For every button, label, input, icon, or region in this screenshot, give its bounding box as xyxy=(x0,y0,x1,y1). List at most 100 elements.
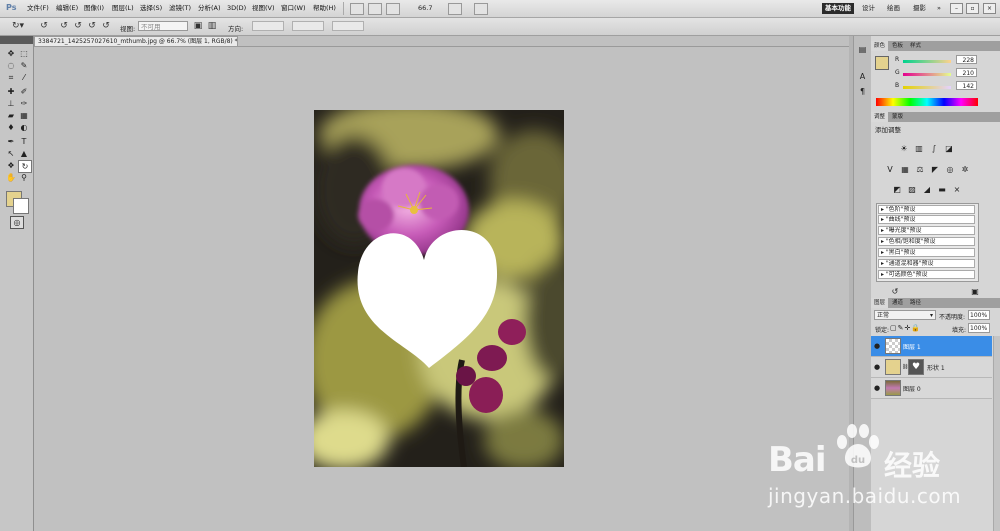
tab-channels[interactable]: 通道 xyxy=(889,298,906,308)
layer-row[interactable]: ● 图层 0 xyxy=(871,378,992,399)
restore-icon[interactable]: ▫ xyxy=(966,3,979,14)
menu-help[interactable]: 帮助(H) xyxy=(313,4,336,13)
workspace-painting[interactable]: 绘画 xyxy=(884,3,903,14)
minimize-icon[interactable]: – xyxy=(950,3,963,14)
fill-field[interactable]: 100% xyxy=(968,323,990,333)
layer-row[interactable]: ● ⛓ ♥ 形状 1 xyxy=(871,357,992,378)
eyedropper-tool-icon[interactable]: ⁄ xyxy=(18,72,30,83)
history-panel-icon[interactable]: ▤ xyxy=(857,44,868,55)
vector-mask-thumbnail[interactable]: ♥ xyxy=(908,359,924,375)
color-spectrum-bar[interactable] xyxy=(876,98,978,106)
crop-tool-icon[interactable]: ⌗ xyxy=(5,72,17,83)
paragraph-panel-icon[interactable]: ¶ xyxy=(857,86,868,97)
green-value-field[interactable]: 210 xyxy=(956,68,977,77)
preset-black-white[interactable]: ▸ "黑白"预设 xyxy=(878,248,975,257)
selective-color-icon[interactable]: ⨯ xyxy=(951,184,963,195)
layers-scrollbar[interactable] xyxy=(993,336,1000,531)
threshold-icon[interactable]: ◢ xyxy=(921,184,933,195)
blur-tool-icon[interactable]: ♦ xyxy=(5,122,17,133)
preset-levels[interactable]: ▸ "色阶"预设 xyxy=(878,205,975,214)
red-value-field[interactable]: 228 xyxy=(956,55,977,64)
direction-field[interactable] xyxy=(252,21,284,31)
move-tool-icon[interactable]: ✥ xyxy=(5,48,17,59)
menu-select[interactable]: 选择(S) xyxy=(140,4,162,13)
3d-rotate-tool-icon[interactable]: ❖ xyxy=(5,160,17,171)
tab-color[interactable]: 颜色 xyxy=(871,41,889,51)
menu-image[interactable]: 图像(I) xyxy=(84,4,104,13)
delete-icon[interactable]: ▥ xyxy=(206,21,218,32)
menu-view[interactable]: 视图(V) xyxy=(252,4,275,13)
healing-brush-tool-icon[interactable]: ✚ xyxy=(5,86,17,97)
eraser-tool-icon[interactable]: ▰ xyxy=(5,110,17,121)
marquee-tool-icon[interactable]: ⬚ xyxy=(18,48,30,59)
preset-channel-mixer[interactable]: ▸ "通道混和器"预设 xyxy=(878,259,975,268)
save-icon[interactable]: ▣ xyxy=(192,21,204,32)
tab-layers[interactable]: 图层 xyxy=(871,298,889,308)
layer-row[interactable]: ● 图层 1 xyxy=(871,336,992,357)
menu-analysis[interactable]: 分析(A) xyxy=(198,4,221,13)
menu-edit[interactable]: 编辑(E) xyxy=(56,4,78,13)
panel-options-icon[interactable]: ▣ xyxy=(969,286,981,297)
menu-layer[interactable]: 图层(L) xyxy=(112,4,134,13)
curves-icon[interactable]: ∫ xyxy=(928,143,940,154)
channel-mixer-icon[interactable]: ✲ xyxy=(959,164,971,175)
menu-filter[interactable]: 滤镜(T) xyxy=(169,4,191,13)
eye-icon[interactable]: ● xyxy=(874,342,882,350)
blue-slider[interactable] xyxy=(903,86,951,89)
direction-field[interactable] xyxy=(292,21,324,31)
brush-tool-icon[interactable]: ✐ xyxy=(18,86,30,97)
levels-icon[interactable]: ▥ xyxy=(913,143,925,154)
menu-window[interactable]: 窗口(W) xyxy=(281,4,306,13)
blue-value-field[interactable]: 142 xyxy=(956,81,977,90)
type-tool-icon[interactable]: T xyxy=(18,136,30,147)
zoom-level[interactable]: 66.7 xyxy=(418,4,432,12)
zoom-tool-icon[interactable]: ⚲ xyxy=(18,172,30,183)
tab-masks[interactable]: 蒙版 xyxy=(889,112,906,122)
character-panel-icon[interactable]: A xyxy=(857,71,868,82)
preset-selective-color[interactable]: ▸ "可选颜色"预设 xyxy=(878,270,975,279)
quick-mask-icon[interactable]: ◎ xyxy=(10,216,24,229)
hue-saturation-icon[interactable]: ▦ xyxy=(899,164,911,175)
dodge-tool-icon[interactable]: ◐ xyxy=(18,122,30,133)
workspace-design[interactable]: 设计 xyxy=(859,3,878,14)
rotate-icon[interactable]: ↺ xyxy=(38,21,50,32)
menu-3d[interactable]: 3D(D) xyxy=(227,4,246,13)
document-tab[interactable]: 3384721_1425257027610_mthumb.jpg @ 66.7%… xyxy=(34,36,238,46)
clip-to-layer-icon[interactable]: ↺ xyxy=(889,286,901,297)
eye-icon[interactable]: ● xyxy=(874,363,882,371)
view-extras-button[interactable] xyxy=(386,3,400,15)
color-balance-icon[interactable]: ⚖ xyxy=(914,164,926,175)
gradient-map-icon[interactable]: ▬ xyxy=(936,184,948,195)
launch-mini-bridge-button[interactable] xyxy=(368,3,382,15)
hand-tool-icon[interactable]: ✋ xyxy=(5,172,17,183)
blend-mode-select[interactable]: 正常 ▾ xyxy=(874,310,936,320)
workspace-photography[interactable]: 摄影 xyxy=(910,3,929,14)
toolbox-header[interactable] xyxy=(0,36,33,44)
opacity-field[interactable]: 100% xyxy=(968,310,990,320)
eye-icon[interactable]: ● xyxy=(874,384,882,392)
document-image[interactable] xyxy=(314,110,564,467)
exposure-icon[interactable]: ◪ xyxy=(943,143,955,154)
arrange-documents-button[interactable] xyxy=(448,3,462,15)
green-slider[interactable] xyxy=(903,73,951,76)
shape-icon[interactable]: ↺ xyxy=(100,21,112,32)
black-white-icon[interactable]: ◤ xyxy=(929,164,941,175)
shape-icon[interactable]: ↺ xyxy=(72,21,84,32)
brightness-contrast-icon[interactable]: ☀ xyxy=(898,143,910,154)
vibrance-icon[interactable]: V xyxy=(884,164,896,175)
photo-filter-icon[interactable]: ◎ xyxy=(944,164,956,175)
tab-styles[interactable]: 样式 xyxy=(907,41,924,51)
invert-icon[interactable]: ◩ xyxy=(891,184,903,195)
close-icon[interactable]: × xyxy=(983,3,996,14)
history-brush-tool-icon[interactable]: ✑ xyxy=(18,98,30,109)
shape-tool-icon[interactable]: ▲ xyxy=(18,148,30,159)
direction-field[interactable] xyxy=(332,21,364,31)
posterize-icon[interactable]: ▨ xyxy=(906,184,918,195)
menu-file[interactable]: 文件(F) xyxy=(27,4,49,13)
preset-curves[interactable]: ▸ "曲线"预设 xyxy=(878,215,975,224)
tab-adjustments[interactable]: 调整 xyxy=(871,112,889,122)
clone-stamp-tool-icon[interactable]: ⊥ xyxy=(5,98,17,109)
preset-hue-saturation[interactable]: ▸ "色相/饱和度"预设 xyxy=(878,237,975,246)
pen-tool-icon[interactable]: ✒ xyxy=(5,136,17,147)
gradient-tool-icon[interactable]: ▦ xyxy=(18,110,30,121)
